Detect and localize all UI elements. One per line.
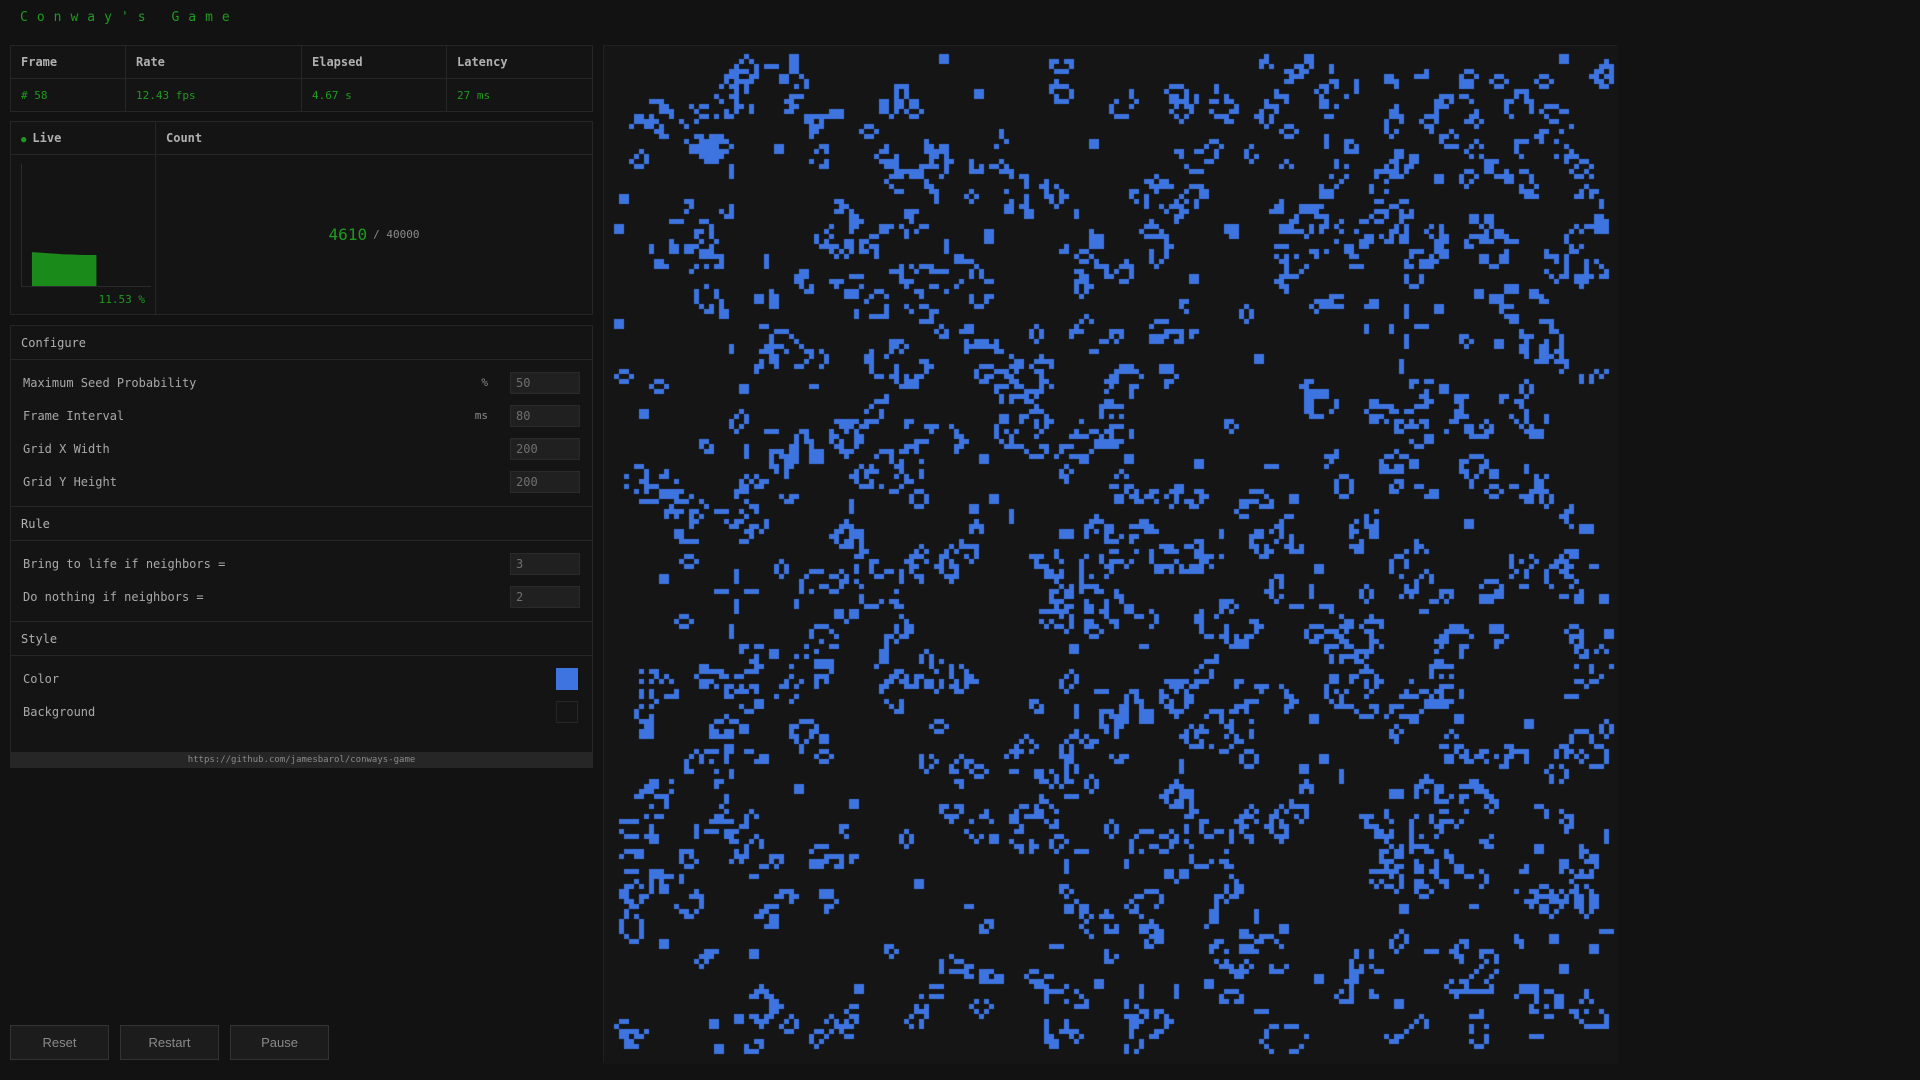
live-percent: 11.53 % xyxy=(98,293,145,306)
reset-button[interactable]: Reset xyxy=(10,1025,109,1060)
color-row: Color xyxy=(23,662,580,695)
background-label: Background xyxy=(23,704,96,719)
count-label: Count xyxy=(156,122,592,155)
configure-section: Maximum Seed Probability % 50 Frame Inte… xyxy=(11,360,592,507)
color-swatch[interactable] xyxy=(556,667,578,690)
live-sparkline-area xyxy=(31,252,97,286)
game-grid[interactable] xyxy=(603,45,1618,1064)
stat-frame-label: Frame xyxy=(11,46,125,79)
grid-y-row: Grid Y Height 200 xyxy=(23,465,580,498)
survive-rule-row: Do nothing if neighbors = 2 xyxy=(23,580,580,613)
seed-probability-label: Maximum Seed Probability xyxy=(23,375,197,390)
birth-rule-label: Bring to life if neighbors = xyxy=(23,556,226,571)
stat-elapsed-value: 4.67 s xyxy=(312,89,352,102)
seed-probability-unit: % xyxy=(481,376,488,389)
stat-latency-label: Latency xyxy=(447,46,592,79)
seed-probability-input[interactable]: 50 xyxy=(510,371,580,394)
rule-header: Rule xyxy=(11,507,592,541)
app-title: Conway's Game xyxy=(20,10,239,25)
stat-elapsed: Elapsed 4.67 s xyxy=(302,46,447,111)
game-grid-canvas[interactable] xyxy=(604,46,1618,1064)
live-label: Live xyxy=(32,131,62,145)
restart-button[interactable]: Restart xyxy=(120,1025,219,1060)
survive-rule-label: Do nothing if neighbors = xyxy=(23,589,204,604)
frame-interval-unit: ms xyxy=(474,409,488,422)
background-row: Background xyxy=(23,695,580,728)
pause-button[interactable]: Pause xyxy=(230,1025,329,1060)
count-value: 4610 xyxy=(328,225,368,244)
grid-x-row: Grid X Width 200 xyxy=(23,432,580,465)
live-section: ● Live 11.53 % xyxy=(11,122,156,314)
live-header: ● Live xyxy=(11,122,155,155)
frame-interval-input[interactable]: 80 xyxy=(510,404,580,427)
stat-latency: Latency 27 ms xyxy=(447,46,592,111)
rule-section: Bring to life if neighbors = 3 Do nothin… xyxy=(11,541,592,622)
stat-rate-label: Rate xyxy=(126,46,301,79)
grid-x-input[interactable]: 200 xyxy=(510,437,580,460)
stat-rate-value: 12.43 fps xyxy=(136,89,196,102)
stats-panel: Frame # 58 Rate 12.43 fps Elapsed 4.67 s… xyxy=(10,45,593,112)
frame-interval-row: Frame Interval ms 80 xyxy=(23,399,580,432)
stat-rate: Rate 12.43 fps xyxy=(126,46,302,111)
count-display: 4610 / 40000 xyxy=(156,155,592,314)
count-section: Count 4610 / 40000 xyxy=(156,122,592,314)
style-section: Color Background xyxy=(11,656,592,736)
count-total: / 40000 xyxy=(373,228,420,241)
background-swatch[interactable] xyxy=(556,700,578,723)
stat-latency-value: 27 ms xyxy=(457,89,491,102)
birth-rule-row: Bring to life if neighbors = 3 xyxy=(23,547,580,580)
grid-y-input[interactable]: 200 xyxy=(510,470,580,493)
grid-x-label: Grid X Width xyxy=(23,441,110,456)
color-label: Color xyxy=(23,671,60,686)
frame-interval-label: Frame Interval xyxy=(23,408,125,423)
settings-panel: Configure Maximum Seed Probability % 50 … xyxy=(10,325,593,768)
configure-header: Configure xyxy=(11,326,592,360)
style-header: Style xyxy=(11,622,592,656)
birth-rule-input[interactable]: 3 xyxy=(510,552,580,575)
stat-elapsed-label: Elapsed xyxy=(302,46,446,79)
seed-probability-row: Maximum Seed Probability % 50 xyxy=(23,366,580,399)
live-sparkline xyxy=(21,164,151,287)
live-panel: ● Live 11.53 % Count 4610 / 40000 xyxy=(10,121,593,315)
stat-frame: Frame # 58 xyxy=(11,46,126,111)
survive-rule-input[interactable]: 2 xyxy=(510,585,580,608)
stat-frame-value: # 58 xyxy=(21,89,48,102)
live-dot-icon: ● xyxy=(21,135,27,145)
grid-y-label: Grid Y Height xyxy=(23,474,117,489)
github-link[interactable]: https://github.com/jamesbarol/conways-ga… xyxy=(10,752,593,768)
